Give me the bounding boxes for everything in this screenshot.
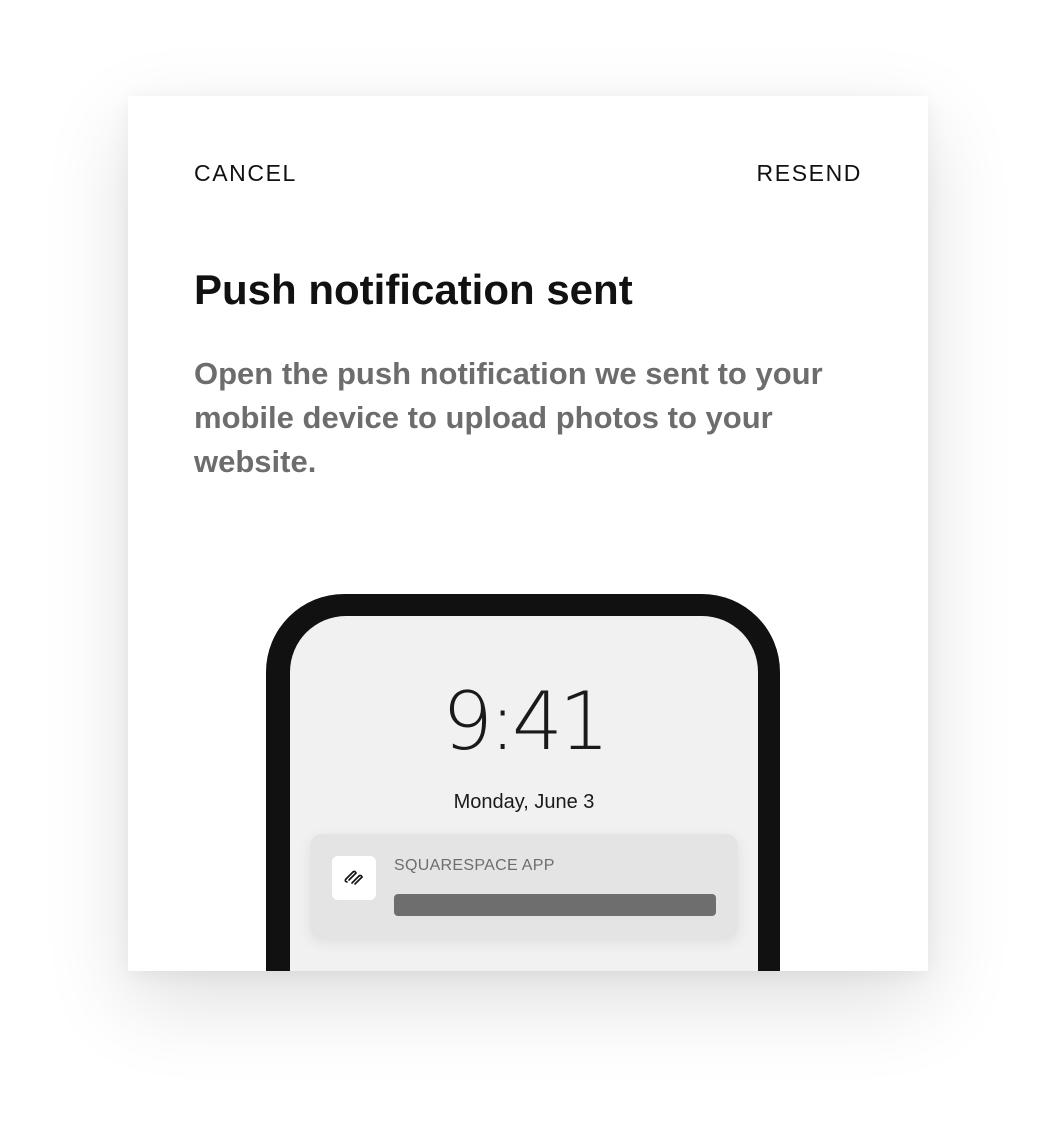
dialog-title: Push notification sent <box>194 266 633 313</box>
cancel-button[interactable]: CANCEL <box>194 158 297 188</box>
lock-screen-date: Monday, June 3 <box>453 791 595 813</box>
resend-button[interactable]: RESEND <box>757 158 862 188</box>
notification-app-name: SQUARESPACE APP <box>394 857 555 874</box>
notification-banner: SQUARESPACE APP <box>310 834 738 938</box>
squarespace-logo-icon <box>332 856 376 900</box>
lock-screen-time: 9:41 <box>442 675 610 768</box>
dialog-description: Open the push notification we sent to yo… <box>194 356 823 479</box>
phone-lock-screen: 9:41 Monday, June 3 SQUARESPACE APP <box>290 616 758 971</box>
phone-illustration: 9:41 Monday, June 3 SQUARESPACE APP <box>266 594 780 971</box>
push-notification-dialog: CANCEL RESEND Push notification sent Ope… <box>128 96 928 971</box>
notification-message-placeholder <box>394 894 716 916</box>
